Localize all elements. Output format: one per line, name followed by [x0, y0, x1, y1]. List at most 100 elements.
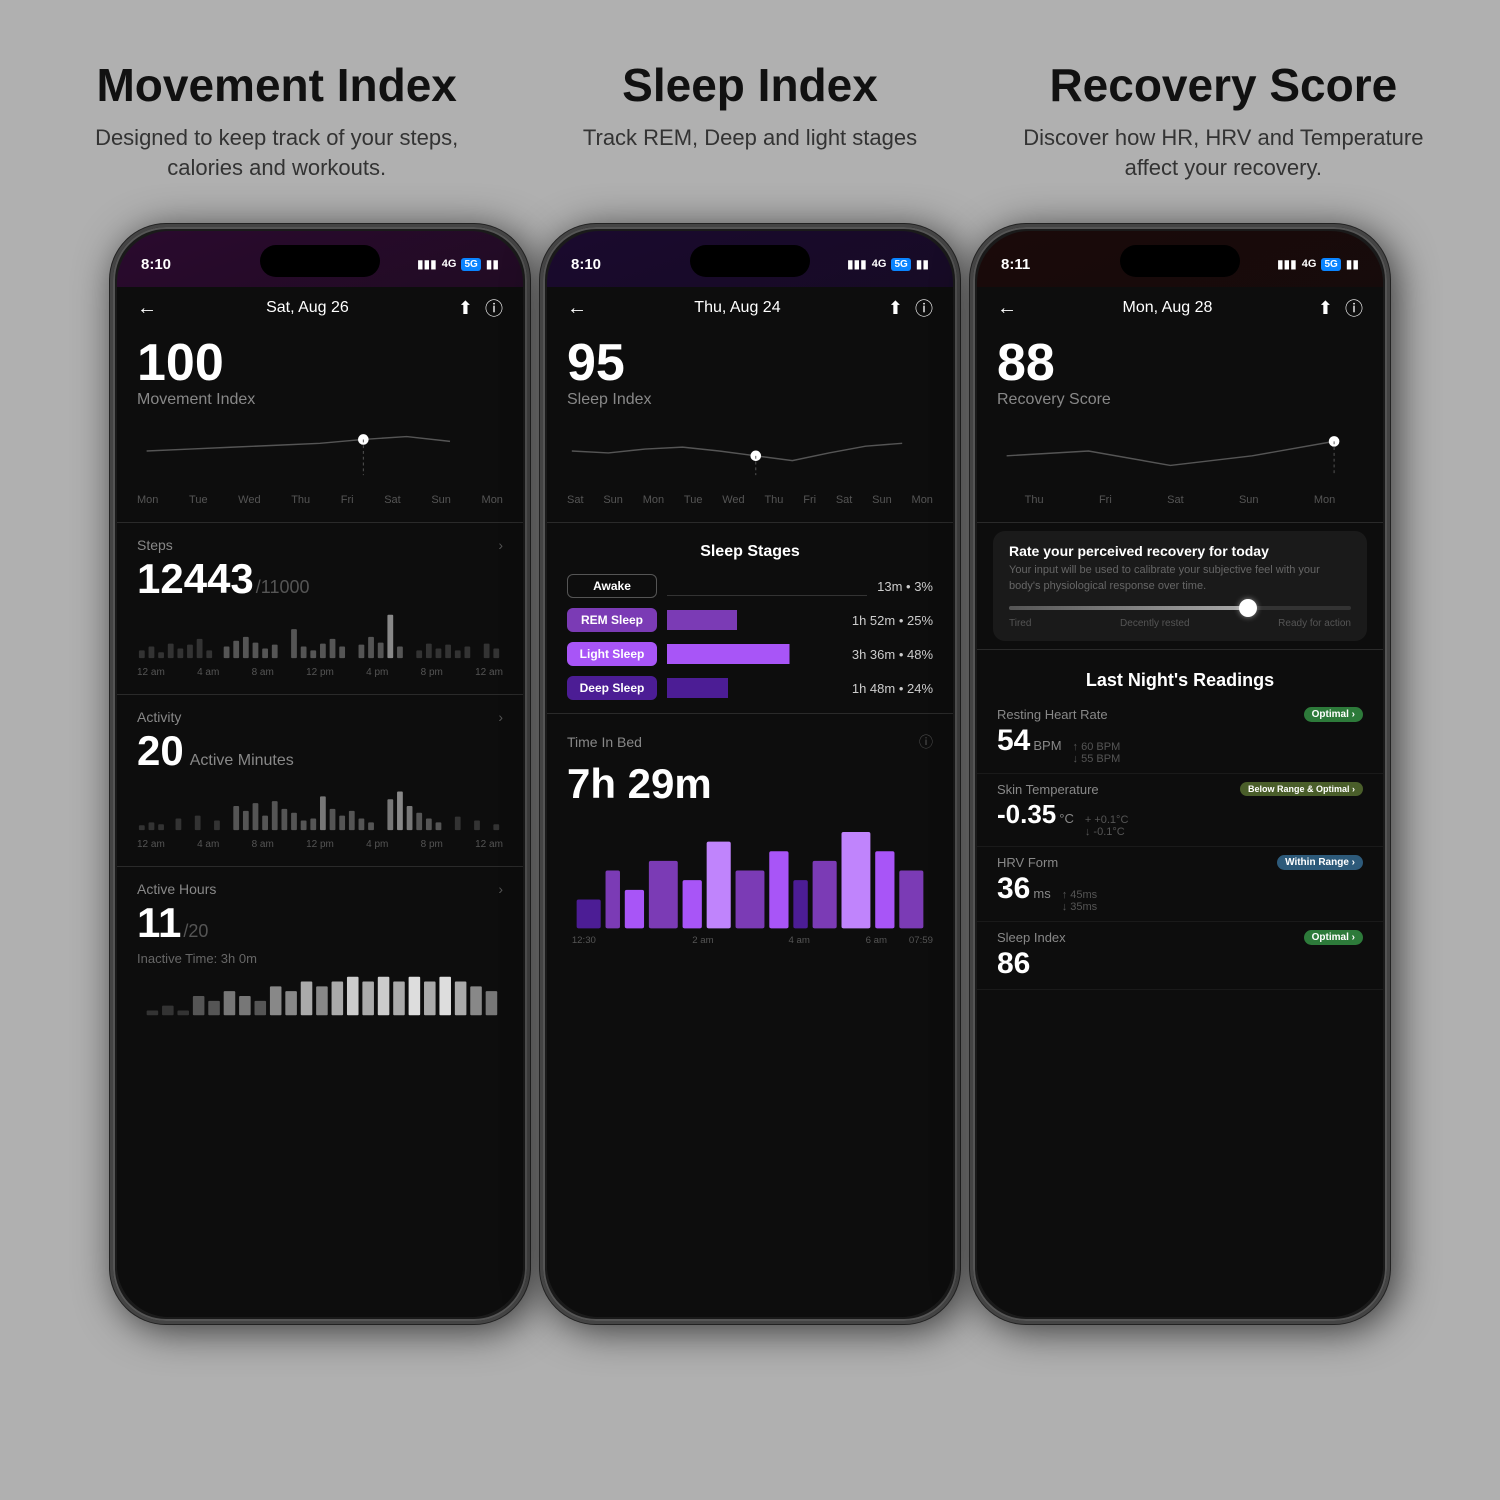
info-icon-3[interactable]: ⓘ [1345, 295, 1363, 321]
back-button-2[interactable]: ← [567, 297, 587, 320]
reading-sub1-temp: + +0.1°C [1085, 814, 1129, 826]
side-button-silent [110, 387, 113, 427]
recovery-title: Recovery Score [1007, 60, 1440, 111]
reading-value-hrv: 36 [997, 872, 1030, 906]
nav-bar-3: ← Mon, Aug 28 ⬆ ⓘ [977, 287, 1383, 329]
share-icon-2[interactable]: ⬆ [888, 298, 903, 319]
sparkline-3 [977, 409, 1383, 490]
stage-row-awake: Awake 13m • 3% [547, 569, 953, 603]
svg-text:12:30: 12:30 [572, 935, 596, 946]
header-col-movement: Movement Index Designed to keep track of… [40, 60, 513, 184]
activity-chevron[interactable]: › [498, 709, 503, 725]
chart-labels-3: ThuFriSatSunMon [977, 490, 1383, 514]
phone-screen-2: 8:10 ▮▮▮ 4G 5G ▮▮ ← Thu, Aug 24 ⬆ ⓘ [547, 231, 953, 1317]
time-bed-label: Time In Bed [567, 734, 642, 750]
activity-unit: Active Minutes [190, 752, 294, 770]
phone-screen-1: 8:10 ▮▮▮ 4G 5G ▮▮ ← Sat, Aug 26 ⬆ [117, 231, 523, 1317]
battery-icon-2: ▮▮ [916, 257, 929, 271]
movement-title: Movement Index [60, 60, 493, 111]
stage-stats-rem: 1h 52m • 25% [852, 613, 933, 628]
score-value-3: 88 [997, 337, 1363, 389]
signal-icon-3: ▮▮▮ [1277, 257, 1297, 271]
phones-row: 8:10 ▮▮▮ 4G 5G ▮▮ ← Sat, Aug 26 ⬆ [40, 224, 1460, 1460]
side-button-silent-3 [970, 387, 973, 427]
side-button-vol-down [110, 537, 113, 607]
divider-recovery-1 [977, 522, 1383, 523]
divider-1 [117, 522, 523, 523]
share-icon-3[interactable]: ⬆ [1318, 298, 1333, 319]
reading-sleep-index: Sleep Index Optimal › 86 [977, 922, 1383, 990]
score-label-1: Movement Index [137, 391, 503, 409]
svg-text:4 am: 4 am [789, 935, 810, 946]
activity-label: Activity [137, 709, 181, 725]
active-hours-label: Active Hours [137, 881, 216, 897]
day-label: Mon [482, 494, 503, 506]
reading-header-hrv: HRV Form Within Range › [997, 855, 1363, 870]
status-icons-2: ▮▮▮ 4G 5G ▮▮ [847, 257, 929, 271]
chart-labels-1: Mon Tue Wed Thu Fri Sat Sun Mon [117, 490, 523, 514]
reading-header-si: Sleep Index Optimal › [997, 930, 1363, 945]
rate-card: Rate your perceived recovery for today Y… [993, 531, 1367, 641]
5g-label: 5G [461, 258, 480, 271]
slider-track[interactable] [1009, 606, 1351, 610]
reading-sub2-hrv: ↓ 35ms [1062, 901, 1097, 913]
stage-row-deep: Deep Sleep 1h 48m • 24% [547, 671, 953, 705]
reading-unit-temp: °C [1059, 811, 1074, 826]
reading-sub2-temp: ↓ -0.1°C [1085, 826, 1129, 838]
reading-header-temp: Skin Temperature Below Range & Optimal › [997, 782, 1363, 797]
header-row: Movement Index Designed to keep track of… [40, 60, 1460, 184]
nav-bar-2: ← Thu, Aug 24 ⬆ ⓘ [547, 287, 953, 329]
stage-row-light: Light Sleep 3h 36m • 48% [547, 637, 953, 671]
stage-badge-awake: Awake [567, 574, 657, 598]
dynamic-island-3 [1120, 245, 1240, 277]
reading-badge-temp: Below Range & Optimal › [1240, 782, 1363, 796]
info-icon-1[interactable]: ⓘ [485, 295, 503, 321]
slider-labels: Tired Decently rested Ready for action [1009, 618, 1351, 629]
svg-text:07:59: 07:59 [909, 935, 933, 946]
divider-sleep-2 [547, 713, 953, 714]
4g-label: 4G [442, 258, 457, 270]
side-button-power-3 [1387, 467, 1390, 577]
dynamic-island-2 [690, 245, 810, 277]
day-label: Sat [384, 494, 401, 506]
day-label: Mon [137, 494, 158, 506]
reading-unit-hrv: ms [1033, 886, 1050, 901]
share-icon-1[interactable]: ⬆ [458, 298, 473, 319]
score-section-1: 100 Movement Index [117, 329, 523, 409]
reading-sub2-hr: ↓ 55 BPM [1073, 753, 1121, 765]
slider-thumb [1239, 599, 1257, 617]
status-time-1: 8:10 [141, 256, 171, 273]
steps-chevron[interactable]: › [498, 537, 503, 553]
5g-label-3: 5G [1321, 258, 1340, 271]
back-button-3[interactable]: ← [997, 297, 1017, 320]
divider-2 [117, 694, 523, 695]
stage-stats-light: 3h 36m • 48% [852, 647, 933, 662]
steps-target: /11000 [256, 577, 310, 598]
bar-chart-labels-2: 12 am4 am8 am12 pm4 pm8 pm12 am [117, 839, 523, 858]
svg-text:6 am: 6 am [866, 935, 887, 946]
status-icons-1: ▮▮▮ 4G 5G ▮▮ [417, 257, 499, 271]
rate-card-desc: Your input will be used to calibrate you… [1009, 563, 1351, 594]
reading-label-si: Sleep Index [997, 930, 1066, 945]
reading-skin-temp: Skin Temperature Below Range & Optimal ›… [977, 774, 1383, 847]
sleep-desc: Track REM, Deep and light stages [533, 123, 966, 154]
phone-content-3: ← Mon, Aug 28 ⬆ ⓘ 88 Recovery Score [977, 287, 1383, 1317]
info-icon-2[interactable]: ⓘ [915, 295, 933, 321]
phone-recovery: 8:11 ▮▮▮ 4G 5G ▮▮ ← Mon, Aug 28 ⬆ ⓘ [970, 224, 1390, 1324]
active-hours-chevron[interactable]: › [498, 881, 503, 897]
activity-bar-chart [117, 779, 523, 839]
dynamic-island-1 [260, 245, 380, 277]
side-button-vol-up-3 [970, 447, 973, 517]
nav-date-1: Sat, Aug 26 [266, 299, 349, 317]
sparkline-2 [547, 409, 953, 490]
phone-frame-1: 8:10 ▮▮▮ 4G 5G ▮▮ ← Sat, Aug 26 ⬆ [110, 224, 530, 1324]
back-button-1[interactable]: ← [137, 297, 157, 320]
divider-recovery-2 [977, 649, 1383, 650]
nav-date-2: Thu, Aug 24 [694, 299, 780, 317]
divider-3 [117, 866, 523, 867]
steps-label: Steps [137, 537, 173, 553]
reading-badge-hr: Optimal › [1304, 707, 1363, 722]
score-section-2: 95 Sleep Index [547, 329, 953, 409]
time-bed-info[interactable]: ⓘ [919, 732, 933, 752]
active-hours-target: /20 [183, 921, 208, 942]
